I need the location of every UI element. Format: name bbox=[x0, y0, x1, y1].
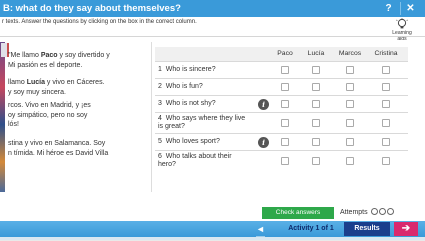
answer-checkbox[interactable] bbox=[312, 119, 320, 127]
attempt-circle bbox=[370, 208, 378, 215]
answer-checkbox[interactable] bbox=[346, 66, 354, 74]
answer-checkbox[interactable] bbox=[281, 119, 289, 127]
results-button[interactable]: Results bbox=[344, 222, 390, 236]
text-paco-rest: y soy divertido y bbox=[57, 52, 110, 59]
question-label: Who is not shy? bbox=[165, 100, 216, 107]
text-marcos: rcos. Vivo en Madrid, y ¡es oy simpático… bbox=[8, 101, 150, 130]
instructions-text: r texts. Answer the questions by clickin… bbox=[2, 19, 197, 25]
text-cristina-line2: n tímida. Mi héroe es David Villa bbox=[8, 149, 109, 157]
question-number: 4 bbox=[158, 115, 162, 122]
text-lucia-name: Lucía bbox=[26, 79, 45, 86]
question-row: 5 Who loves sport? i bbox=[155, 133, 408, 150]
attempts-indicator: Attempts bbox=[340, 207, 394, 219]
question-number: 5 bbox=[158, 138, 162, 145]
answer-checkbox[interactable] bbox=[281, 66, 289, 74]
text-paco: "Me llamo Paco y soy divertido y Mi pasi… bbox=[8, 51, 150, 70]
question-text: 6 Who talks about their hero? bbox=[158, 153, 232, 169]
text-paco-prefix: "Me llamo bbox=[8, 52, 41, 59]
window-title: B: what do they say about themselves? bbox=[3, 3, 181, 14]
answer-checkbox[interactable] bbox=[281, 138, 289, 146]
answer-checkbox[interactable] bbox=[281, 100, 289, 108]
bottom-nav-bar: ◄— Activity 1 of 1 Results ➔ bbox=[0, 221, 425, 241]
question-table: Paco Lucía Marcos Cristina 1 Who is sinc… bbox=[155, 47, 408, 171]
answer-checkbox[interactable] bbox=[312, 157, 320, 165]
answer-checkbox[interactable] bbox=[346, 138, 354, 146]
answer-checkbox[interactable] bbox=[346, 119, 354, 127]
answer-checkbox[interactable] bbox=[312, 83, 320, 91]
question-label-line2: hero? bbox=[158, 161, 176, 168]
header-divider bbox=[0, 36, 425, 37]
activity-window: B: what do they say about themselves? ? … bbox=[0, 0, 425, 241]
attempt-circle bbox=[386, 208, 394, 215]
answer-checkbox[interactable] bbox=[382, 66, 390, 74]
activity-counter: Activity 1 of 1 bbox=[288, 225, 334, 232]
text-paco-line2: Mi pasión es el deporte. bbox=[8, 61, 83, 69]
answer-checkbox[interactable] bbox=[346, 100, 354, 108]
next-arrow-icon[interactable]: ➔ bbox=[394, 222, 418, 236]
text-cristina: stina y vivo en Salamanca. Soy n tímida.… bbox=[8, 139, 150, 158]
question-row: 4 Who says where they live is great? bbox=[155, 112, 408, 133]
text-paco-name: Paco bbox=[40, 52, 58, 59]
question-text: 3 Who is not shy? bbox=[158, 100, 216, 108]
question-label: Who is fun? bbox=[165, 83, 203, 90]
help-button[interactable]: ? bbox=[382, 2, 395, 15]
question-row: 6 Who talks about their hero? bbox=[155, 150, 408, 171]
question-number: 2 bbox=[158, 83, 162, 90]
answer-checkbox[interactable] bbox=[281, 157, 289, 165]
column-header-cristina: Cristina bbox=[374, 50, 398, 57]
text-cristina-line1: stina y vivo en Salamanca. Soy bbox=[8, 140, 106, 147]
question-label: Who talks about their bbox=[165, 153, 232, 160]
column-header-lucia: Lucía bbox=[307, 50, 325, 57]
answer-checkbox[interactable] bbox=[312, 100, 320, 108]
question-label: Who is sincere? bbox=[165, 66, 216, 73]
attempt-circle bbox=[378, 208, 386, 215]
column-header-paco: Paco bbox=[277, 50, 293, 57]
check-answers-button[interactable]: Check answers bbox=[262, 207, 334, 219]
text-marcos-line2: oy simpático, pero no soy bbox=[8, 111, 88, 119]
lightbulb-icon bbox=[396, 18, 408, 29]
question-text: 4 Who says where they live is great? bbox=[158, 115, 245, 131]
title-bar: B: what do they say about themselves? ? … bbox=[0, 0, 425, 17]
question-row: 1 Who is sincere? bbox=[155, 61, 408, 78]
text-lucia-rest: y vivo en Cáceres. bbox=[44, 79, 105, 86]
question-text: 5 Who loves sport? bbox=[158, 138, 220, 146]
text-lucia-prefix: llamo bbox=[8, 79, 27, 86]
question-number: 1 bbox=[158, 66, 162, 73]
question-label-line2: is great? bbox=[158, 123, 185, 130]
text-marcos-line3: lós! bbox=[8, 121, 19, 128]
learning-aids-button[interactable]: Learning aids bbox=[385, 18, 419, 42]
question-text: 1 Who is sincere? bbox=[158, 66, 216, 74]
back-arrow-icon[interactable]: ◄— bbox=[256, 225, 270, 241]
question-row: 2 Who is fun? bbox=[155, 78, 408, 95]
question-row: 3 Who is not shy? i bbox=[155, 95, 408, 112]
answer-checkbox[interactable] bbox=[312, 66, 320, 74]
answer-checkbox[interactable] bbox=[382, 83, 390, 91]
table-header: Paco Lucía Marcos Cristina bbox=[155, 47, 408, 61]
question-label: Who says where they live bbox=[165, 115, 246, 122]
answer-checkbox[interactable] bbox=[382, 100, 390, 108]
answer-checkbox[interactable] bbox=[346, 157, 354, 165]
answer-checkbox[interactable] bbox=[382, 119, 390, 127]
question-number: 3 bbox=[158, 100, 162, 107]
text-lucia: llamo Lucía y vivo en Cáceres. y soy muy… bbox=[8, 78, 150, 97]
question-text: 2 Who is fun? bbox=[158, 83, 203, 91]
title-divider bbox=[400, 2, 401, 15]
info-icon[interactable]: i bbox=[258, 99, 269, 110]
question-number: 6 bbox=[158, 153, 162, 160]
text-lucia-line2: y soy muy sincera. bbox=[8, 88, 66, 96]
text-marcos-line1: rcos. Vivo en Madrid, y ¡es bbox=[8, 102, 91, 109]
photo-strip bbox=[0, 42, 5, 192]
texts-panel: "Me llamo Paco y soy divertido y Mi pasi… bbox=[0, 42, 152, 192]
answer-checkbox[interactable] bbox=[382, 138, 390, 146]
answer-checkbox[interactable] bbox=[312, 138, 320, 146]
answer-checkbox[interactable] bbox=[382, 157, 390, 165]
close-button[interactable]: ✕ bbox=[404, 2, 417, 15]
answer-checkbox[interactable] bbox=[281, 83, 289, 91]
answer-checkbox[interactable] bbox=[346, 83, 354, 91]
column-header-marcos: Marcos bbox=[338, 50, 362, 57]
question-label: Who loves sport? bbox=[165, 138, 220, 145]
attempts-label: Attempts bbox=[340, 209, 368, 216]
info-icon[interactable]: i bbox=[258, 137, 269, 148]
